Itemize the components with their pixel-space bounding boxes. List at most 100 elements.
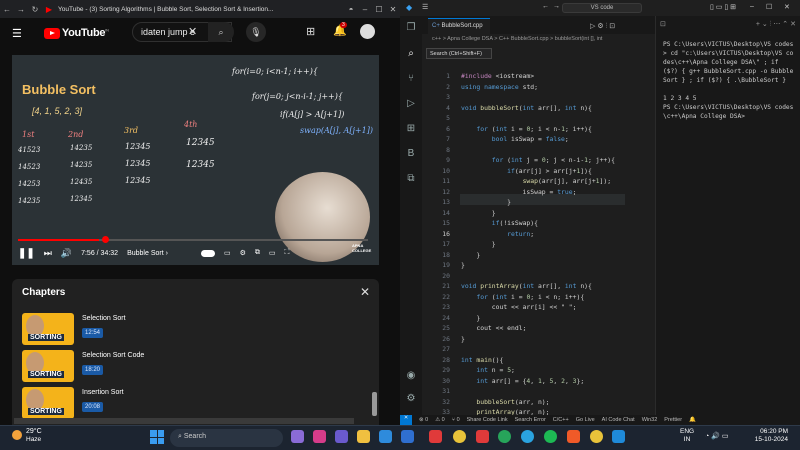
code-line[interactable]: int arr[] = {4, 1, 5, 2, 3}; bbox=[461, 377, 584, 385]
breadcrumb[interactable]: c++ > Apna College DSA > C++ BubbleSort.… bbox=[422, 36, 655, 46]
spotify-icon[interactable] bbox=[544, 430, 557, 443]
code-line[interactable]: } bbox=[461, 314, 480, 322]
code-line[interactable]: for (int j = 0; j < n-i-1; j++){ bbox=[461, 156, 615, 164]
forward-icon[interactable]: → bbox=[14, 5, 28, 14]
command-center[interactable]: VS code bbox=[562, 3, 642, 13]
search-button[interactable]: ⌕ bbox=[208, 22, 234, 42]
menu-icon[interactable]: ☰ bbox=[422, 3, 428, 11]
avatar[interactable] bbox=[360, 24, 375, 39]
code-line[interactable]: } bbox=[461, 261, 465, 269]
weather-icon[interactable] bbox=[12, 430, 22, 440]
minimize-icon[interactable]: – bbox=[750, 3, 754, 10]
chapter-label[interactable]: Bubble Sort bbox=[127, 250, 164, 257]
settings-icon[interactable]: ⚙ bbox=[240, 249, 246, 257]
forward-icon[interactable]: → bbox=[553, 3, 560, 10]
code-line[interactable]: bool isSwap = false; bbox=[461, 135, 569, 143]
file-explorer-icon[interactable] bbox=[357, 430, 370, 443]
mic-icon[interactable]: 🎙 bbox=[246, 22, 266, 42]
language-mode[interactable]: C/C++ bbox=[553, 417, 569, 423]
back-icon[interactable]: ← bbox=[0, 5, 14, 14]
copilot-icon[interactable] bbox=[313, 430, 326, 443]
bell-icon[interactable]: 🔔 bbox=[689, 417, 696, 423]
weather-widget[interactable]: 29°C Haze bbox=[26, 428, 42, 444]
telegram-icon[interactable] bbox=[521, 430, 534, 443]
clear-search-icon[interactable]: ✕ bbox=[188, 25, 197, 38]
source-control-icon[interactable]: ⑂ bbox=[404, 73, 418, 87]
code-line[interactable]: int n = 5; bbox=[461, 366, 515, 374]
chrome-icon-2[interactable] bbox=[590, 430, 603, 443]
code-line[interactable]: if(!isSwap){ bbox=[461, 219, 538, 227]
maximize-icon[interactable]: ☐ bbox=[372, 5, 386, 14]
volume-icon[interactable]: 🔊 bbox=[61, 248, 72, 259]
subtitles-icon[interactable]: ▭ bbox=[224, 249, 231, 257]
chapters-scrollbar[interactable] bbox=[372, 392, 377, 416]
manage-gear-icon[interactable]: ⚙ bbox=[404, 393, 418, 407]
close-icon[interactable]: ✕ bbox=[360, 285, 370, 299]
remote-icon[interactable]: ⨯ bbox=[400, 415, 412, 425]
code-line[interactable]: for (int i = 0; i < n-1; i++){ bbox=[461, 125, 591, 133]
back-icon[interactable]: ← bbox=[542, 3, 549, 10]
b-extension-icon[interactable]: B bbox=[404, 148, 418, 162]
miniplayer-icon[interactable]: ⧉ bbox=[255, 249, 260, 257]
clock[interactable]: 06:20 PM 15-10-2024 bbox=[748, 428, 788, 444]
code-line[interactable]: isSwap = true; bbox=[461, 188, 577, 196]
chapter-item[interactable]: SORTING Selection Sort 12:54 bbox=[22, 313, 362, 347]
taskbar-search[interactable]: ⌕ Search bbox=[170, 429, 283, 447]
warnings-count[interactable]: ⚠ 0 bbox=[435, 417, 445, 423]
youtube-app-icon[interactable] bbox=[476, 430, 489, 443]
terminal-actions[interactable]: + ⌄ ⫶ ⋯ ⌃ ✕ bbox=[756, 20, 796, 30]
code-line[interactable]: void bubbleSort(int arr[], int n){ bbox=[461, 104, 592, 112]
tab-bubblesort[interactable]: C+ BubbleSort.cpp bbox=[428, 18, 490, 34]
windows-start-icon[interactable] bbox=[150, 430, 164, 444]
code-line[interactable]: using namespace std; bbox=[461, 83, 538, 91]
close-icon[interactable]: ✕ bbox=[784, 3, 790, 11]
chapter-item[interactable]: SORTING Selection Sort Code 18:20 bbox=[22, 350, 362, 384]
tab-title[interactable]: YouTube - (3) Sorting Algorithms | Bubbl… bbox=[58, 6, 344, 13]
brave-icon[interactable] bbox=[567, 430, 580, 443]
code-line[interactable]: if(arr[j] > arr[j+1]){ bbox=[461, 167, 592, 175]
edge-icon[interactable] bbox=[379, 430, 392, 443]
run-button[interactable]: ▷ ⚙ ⫶ ⊡ bbox=[590, 22, 615, 31]
code-line[interactable]: int main(){ bbox=[461, 356, 503, 364]
autoplay-toggle[interactable] bbox=[201, 249, 216, 257]
close-icon[interactable]: ✕ bbox=[386, 5, 400, 14]
code-line[interactable]: } bbox=[461, 209, 496, 217]
code-line[interactable]: for (int i = 0; i < n; i++){ bbox=[461, 293, 584, 301]
pause-icon[interactable]: ❚❚ bbox=[18, 248, 35, 259]
progress-scrubber[interactable] bbox=[102, 236, 109, 243]
code-line[interactable]: bubbleSort(arr, n); bbox=[461, 398, 549, 406]
code-line[interactable]: cout << endl; bbox=[461, 324, 526, 332]
prettier[interactable]: Prettier bbox=[664, 417, 682, 423]
menu-icon[interactable]: ☰ bbox=[12, 27, 22, 40]
code-line[interactable]: cout << arr[i] << " "; bbox=[461, 303, 577, 311]
search-icon[interactable]: ⌕ bbox=[404, 48, 418, 62]
fullscreen-icon[interactable]: ⛶ bbox=[285, 249, 290, 257]
app-icon[interactable] bbox=[429, 430, 442, 443]
remote-icon[interactable]: ⧉ bbox=[404, 173, 418, 187]
code-line[interactable]: #include <iostream> bbox=[461, 72, 534, 80]
maximize-icon[interactable]: ☐ bbox=[766, 3, 772, 11]
next-icon[interactable]: ⏭ bbox=[44, 248, 52, 259]
wifi-volume-battery-icon[interactable]: ◔ 🔊 ▭ bbox=[705, 432, 728, 440]
code-line[interactable]: } bbox=[461, 240, 496, 248]
store-icon[interactable] bbox=[401, 430, 414, 443]
create-icon[interactable]: ⊞ bbox=[306, 25, 315, 38]
minimize-icon[interactable]: – bbox=[358, 5, 372, 14]
account-icon[interactable]: ◉ bbox=[404, 370, 418, 384]
terminal-output[interactable]: PS C:\Users\VICTUS\Desktop\VS codes> cd … bbox=[663, 40, 795, 121]
chrome-icon[interactable] bbox=[453, 430, 466, 443]
language-indicator[interactable]: ENG IN bbox=[680, 428, 694, 444]
ai-code-chat[interactable]: AI Code Chat bbox=[602, 417, 635, 423]
go-live[interactable]: Go Live bbox=[576, 417, 595, 423]
platform[interactable]: Win32 bbox=[642, 417, 658, 423]
code-line[interactable]: return; bbox=[461, 230, 534, 238]
errors-count[interactable]: ⊗ 0 bbox=[419, 417, 428, 423]
search-error[interactable]: Search Error bbox=[515, 417, 546, 423]
teams-icon[interactable] bbox=[335, 430, 348, 443]
code-line[interactable]: void printArray(int arr[], int n){ bbox=[461, 282, 592, 290]
reload-icon[interactable]: ↻ bbox=[28, 5, 42, 14]
theater-icon[interactable]: ▭ bbox=[269, 249, 276, 257]
extensions-icon[interactable]: ⊞ bbox=[404, 123, 418, 137]
code-line[interactable]: swap(arr[j], arr[j+1]); bbox=[461, 177, 612, 185]
horizontal-scrollbar[interactable] bbox=[14, 418, 354, 424]
